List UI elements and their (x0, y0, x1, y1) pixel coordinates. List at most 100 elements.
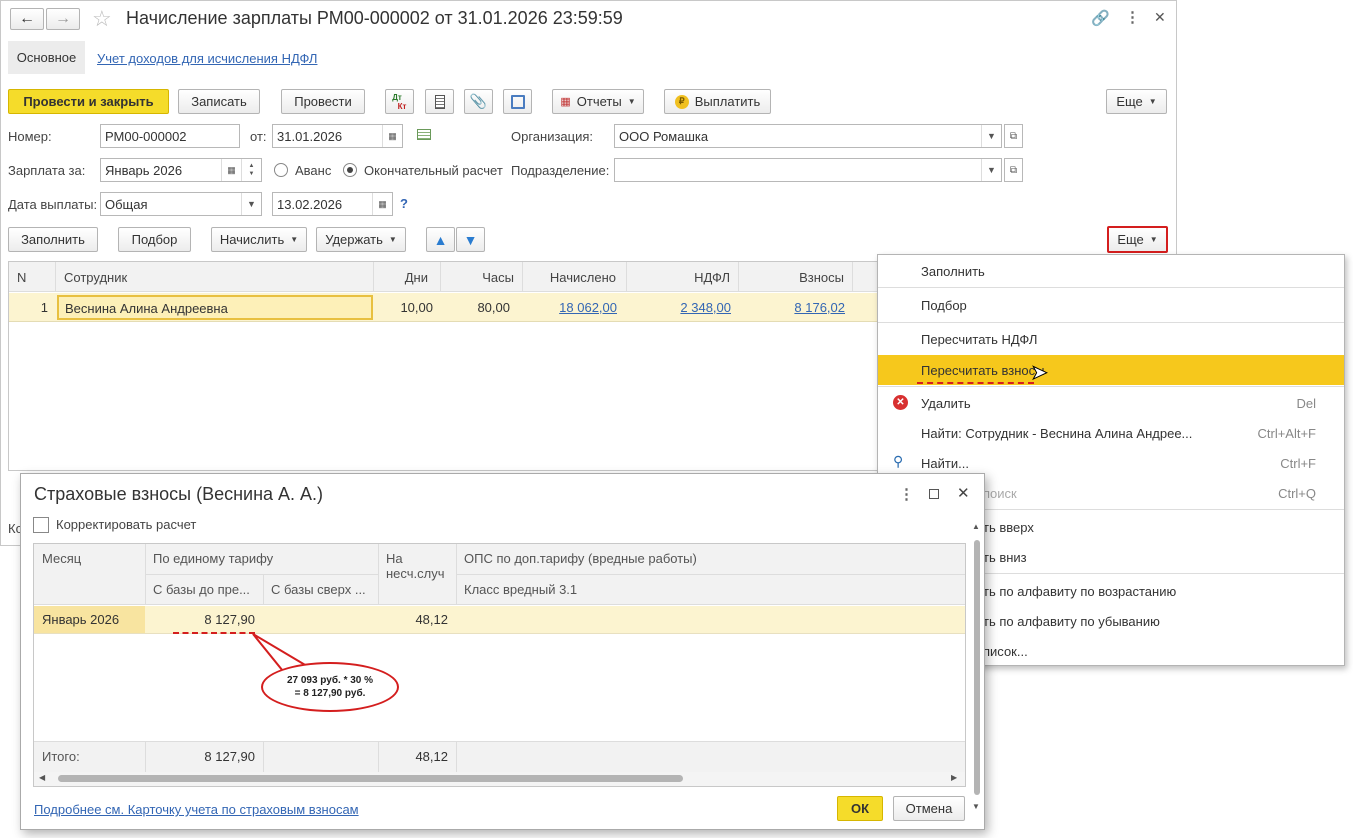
final-radio[interactable] (343, 163, 357, 177)
org-field[interactable]: ООО Ромашка ▼ (614, 124, 1002, 148)
accrue-button[interactable]: Начислить ▼ (211, 227, 307, 252)
col-hours[interactable]: Часы (441, 262, 523, 292)
cell-employee[interactable]: Веснина Алина Андреевна (57, 295, 373, 320)
forward-button[interactable]: → (46, 8, 80, 30)
select-button[interactable]: Подбор (118, 227, 191, 252)
table-row[interactable]: Январь 2026 8 127,90 48,12 (34, 606, 965, 634)
open-org-icon[interactable]: ⧉ (1004, 124, 1023, 148)
more-vert-icon[interactable]: ⋮ (899, 485, 914, 503)
move-up-button[interactable]: ▲ (426, 227, 455, 252)
arrow-down-icon: ▼ (463, 231, 478, 248)
paydate-type-field[interactable]: Общая ▼ (100, 192, 262, 216)
dt-label: Дт (392, 92, 402, 102)
link-icon[interactable]: 🔗 (1091, 9, 1110, 27)
dept-field[interactable]: ▼ (614, 158, 1002, 182)
col-employee[interactable]: Сотрудник (56, 262, 374, 292)
tab-main[interactable]: Основное (8, 41, 85, 74)
salary-for-field[interactable]: Январь 2026 ▦ ▲ ▼ (100, 158, 262, 182)
scroll-down-icon[interactable]: ▼ (972, 802, 980, 811)
menu-item-find-employee[interactable]: Найти: Сотрудник - Веснина Алина Андрее.… (878, 418, 1344, 448)
vertical-scrollbar[interactable]: ▲ ▼ (971, 522, 983, 817)
menu-item-select[interactable]: Подбор (878, 290, 1344, 320)
col-base-to[interactable]: С базы до пре... (153, 582, 250, 597)
menu-shortcut: Ctrl+F (1280, 455, 1316, 471)
advance-label: Аванс (295, 163, 332, 178)
fill-button[interactable]: Заполнить (8, 227, 98, 252)
back-button[interactable]: ← (10, 8, 44, 30)
withhold-button[interactable]: Удержать ▼ (316, 227, 406, 252)
correct-checkbox[interactable] (33, 517, 49, 533)
reports-button[interactable]: ▦ Отчеты ▼ (552, 89, 644, 114)
col-contrib[interactable]: Взносы (739, 262, 853, 292)
calendar-icon[interactable]: ▦ (372, 193, 392, 215)
scroll-thumb[interactable] (974, 540, 980, 795)
post-label: Провести (294, 94, 352, 109)
more-button-table[interactable]: Еще ▼ (1107, 226, 1168, 253)
month-cell[interactable]: Январь 2026 (34, 606, 145, 633)
ok-button[interactable]: ОК (837, 796, 883, 821)
col-accident-1[interactable]: На (386, 551, 403, 566)
col-class[interactable]: Класс вредный 3.1 (464, 582, 577, 597)
menu-shortcut: Ctrl+Alt+F (1257, 425, 1316, 441)
cell-accrued[interactable]: 18 062,00 (523, 300, 617, 315)
scroll-right-icon[interactable]: ▶ (951, 773, 957, 782)
menu-item-fill[interactable]: Заполнить (878, 256, 1344, 286)
col-ops[interactable]: ОПС по доп.тарифу (вредные работы) (464, 551, 697, 566)
help-icon[interactable]: ? (400, 196, 408, 211)
col-n[interactable]: N (9, 262, 56, 292)
journal-button[interactable] (425, 89, 454, 114)
dropdown-icon[interactable]: ▼ (981, 159, 1001, 181)
save-button[interactable]: Записать (178, 89, 260, 114)
attach-button[interactable]: 📎 (464, 89, 493, 114)
col-days[interactable]: Дни (374, 262, 441, 292)
post-close-button[interactable]: Провести и закрыть (8, 89, 169, 114)
menu-item-delete[interactable]: ✕ Удалить Del (878, 388, 1344, 418)
col-accident-2[interactable]: несч.случ (386, 566, 445, 581)
number-field[interactable]: РМ00-000002 (100, 124, 240, 148)
fill-label: Заполнить (21, 232, 85, 247)
menu-label: ть вверх (983, 519, 1034, 535)
cell-ndfl[interactable]: 2 348,00 (627, 300, 731, 315)
details-link[interactable]: Подробнее см. Карточку учета по страховы… (34, 802, 359, 817)
dropdown-icon[interactable]: ▼ (241, 193, 261, 215)
scroll-thumb[interactable] (58, 775, 683, 782)
dtkt-button[interactable]: Дт Кт (385, 89, 414, 114)
star-icon[interactable]: ☆ (92, 6, 112, 32)
scroll-left-icon[interactable]: ◀ (39, 773, 45, 782)
col-base-over[interactable]: С базы сверх ... (271, 582, 366, 597)
more-button-top[interactable]: Еще ▼ (1106, 89, 1167, 114)
horizontal-scrollbar[interactable]: ◀ ▶ (34, 772, 965, 786)
cancel-button[interactable]: Отмена (893, 796, 965, 821)
calendar-icon[interactable]: ▦ (382, 125, 402, 147)
pay-label: Выплатить (694, 94, 761, 109)
paydate-field[interactable]: 13.02.2026 ▦ (272, 192, 393, 216)
maximize-icon[interactable] (929, 489, 939, 499)
structure-button[interactable] (503, 89, 532, 114)
from-label: от: (250, 129, 267, 144)
col-ndfl[interactable]: НДФЛ (627, 262, 739, 292)
col-month[interactable]: Месяц (42, 551, 81, 566)
cell-contrib[interactable]: 8 176,02 (739, 300, 845, 315)
spin-icon[interactable]: ▲ ▼ (241, 159, 261, 181)
arrow-up-icon: ▲ (433, 231, 448, 248)
menu-item-recalc-contrib[interactable]: Пересчитать взносы ➤ (878, 355, 1344, 385)
tab-ndfl-link[interactable]: Учет доходов для исчисления НДФЛ (97, 51, 317, 66)
post-button[interactable]: Провести (281, 89, 365, 114)
close-icon[interactable]: ✕ (957, 484, 970, 502)
advance-radio[interactable] (274, 163, 288, 177)
comment-icon[interactable] (417, 129, 431, 140)
col-accrued[interactable]: Начислено (523, 262, 627, 292)
calendar-icon[interactable]: ▦ (221, 159, 241, 181)
close-icon[interactable]: ✕ (1154, 9, 1166, 26)
save-label: Записать (191, 94, 247, 109)
open-dept-icon[interactable]: ⧉ (1004, 158, 1023, 182)
move-down-button[interactable]: ▼ (456, 227, 485, 252)
correct-label: Корректировать расчет (56, 517, 197, 532)
scroll-up-icon[interactable]: ▲ (972, 522, 980, 531)
pay-button[interactable]: ₽ Выплатить (664, 89, 771, 114)
col-single-tariff[interactable]: По единому тарифу (153, 551, 273, 566)
dropdown-icon[interactable]: ▼ (981, 125, 1001, 147)
date-field[interactable]: 31.01.2026 ▦ (272, 124, 403, 148)
more-vert-icon[interactable]: ⋮ (1125, 8, 1140, 26)
menu-item-recalc-ndfl[interactable]: Пересчитать НДФЛ (878, 324, 1344, 354)
